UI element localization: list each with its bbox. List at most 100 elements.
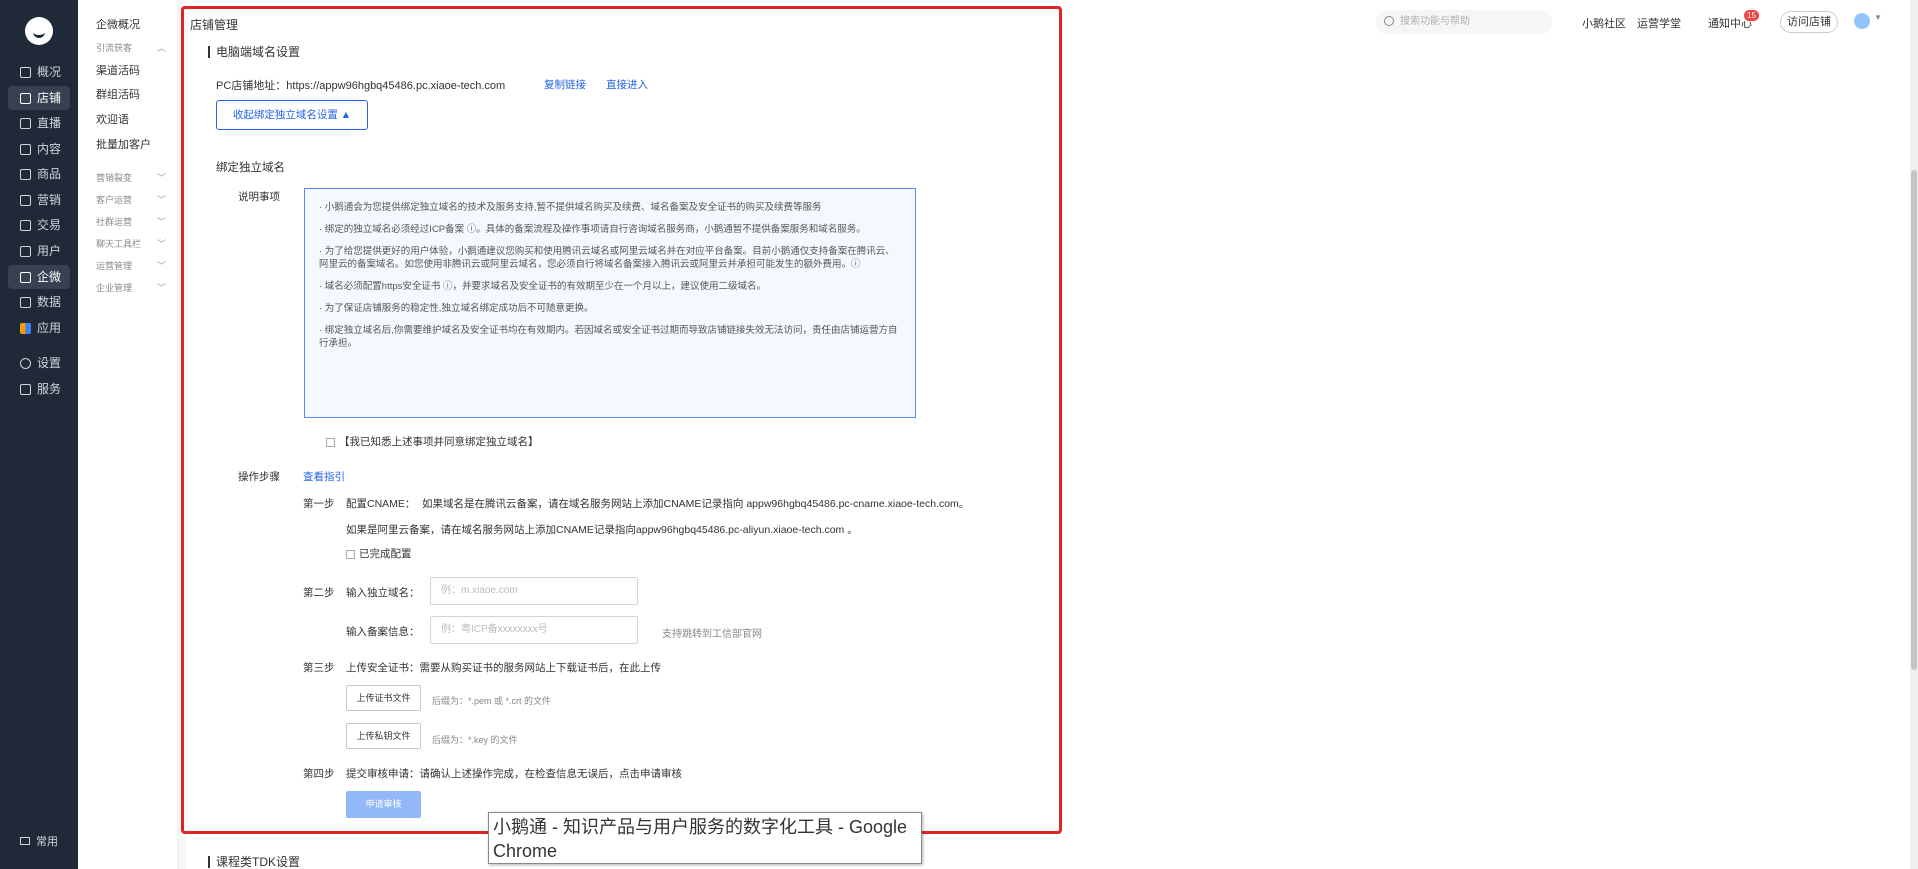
nav-item-content[interactable]: 内容 [8,137,70,161]
search-icon [1384,16,1394,26]
subnav-channel-code[interactable]: 渠道活码 [96,62,140,78]
nav-item-settings[interactable]: 设置 [8,351,70,375]
notice-item: · 为了保证店铺服务的稳定性,独立域名绑定成功后不可随意更换。 [319,303,594,314]
nav-item-users[interactable]: 用户 [8,239,70,263]
main-content: 店铺管理 电脑端域名设置 PC店铺地址：https://appw96hgbq45… [186,0,1066,869]
chevron-down-icon: ﹀ [156,195,166,205]
notice-item: · 为了给您提供更好的用户体验，小鹅通建议您购买和使用腾讯云域名或阿里云域名并在… [319,246,895,270]
step3-title: 上传安全证书：需要从购买证书的服务网站上下载证书后，在此上传 [346,662,661,674]
gear-icon [20,357,31,369]
step1-line2: 如果是阿里云备案，请在域名服务网站上添加CNAME记录指向appw96hgbq4… [346,524,858,536]
notice-label: 说明事项 [238,191,280,203]
pc-address-row: PC店铺地址：https://appw96hgbq45486.pc.xiaoe-… [216,80,506,92]
subnav-group-enterprise[interactable]: 企业管理 ﹀ [96,281,166,294]
nav-item-live[interactable]: 直播 [8,111,70,135]
notice-item: · 绑定的独立域名必须经过ICP备案 ⓘ。具体的备案流程及操作事项请自行咨询域名… [319,224,866,235]
step1-number: 第一步 [303,498,335,510]
main-nav: 概况 店铺 直播 内容 商品 营销 交易 用户 企微 数据 应用 设置 服务 常… [0,0,78,869]
subnav-group-fission[interactable]: 营销裂变 ﹀ [96,171,166,184]
chevron-down-icon: ﹀ [156,283,166,293]
subnav-group-community[interactable]: 社群运营 ﹀ [96,215,166,228]
step1-line1: 如果域名是在腾讯云备案，请在域名服务网站上添加CNAME记录指向 appw96h… [422,498,970,510]
user-icon [20,245,31,257]
nav-item-wechat-work[interactable]: 企微 [8,265,70,289]
step4-title: 提交审核申请：请确认上述操作完成，在检查信息无误后，点击申请审核 [346,768,682,780]
chevron-down-icon: ﹀ [156,217,166,227]
nav-item-apps[interactable]: 应用 [8,316,70,340]
notice-item: · 绑定独立域名后,你需要维护域名及安全证书均在有效期内。若因域名或安全证书过期… [319,325,898,349]
icp-label: 输入备案信息： [346,626,420,638]
live-icon [20,117,31,129]
subnav-group-code[interactable]: 群组活码 [96,86,140,102]
submit-review-button[interactable]: 申请审核 [346,791,421,818]
notification-badge: 15 [1744,10,1759,21]
subnav-group-acquisition[interactable]: 引流获客 ︿ [96,41,166,54]
page-title: 店铺管理 [190,18,239,32]
subnav-group-customer[interactable]: 客户运营 ﹀ [96,193,166,206]
wechat-work-icon [20,271,31,283]
step1-title: 配置CNAME： [346,498,416,510]
nav-item-data[interactable]: 数据 [8,290,70,314]
icp-hint[interactable]: 支持跳转到工信部官网 [662,625,762,640]
apps-icon [20,322,31,334]
upload-cert-button[interactable]: 上传证书文件 [346,685,421,711]
checkbox-icon[interactable] [346,549,355,559]
subnav-group-chat-toolbar[interactable]: 聊天工具栏 ﹀ [96,237,166,250]
domain-label: 输入独立域名： [346,587,420,599]
gutter [178,0,186,869]
chevron-up-icon: ︿ [156,43,166,53]
pc-address: https://appw96hgbq45486.pc.xiaoe-tech.co… [286,80,506,92]
subnav-batch-add[interactable]: 批量加客户 [96,136,151,152]
store-icon [20,92,31,104]
menu-icon [20,837,30,845]
nav-common[interactable]: 常用 [20,833,58,849]
notice-item: · 域名必须配置https安全证书 ⓘ，并要求域名及安全证书的有效期至少在一个月… [319,281,767,292]
app-window: 概况 店铺 直播 内容 商品 营销 交易 用户 企微 数据 应用 设置 服务 常… [0,0,1918,869]
nav-item-store[interactable]: 店铺 [8,86,70,110]
nav-item-products[interactable]: 商品 [8,162,70,186]
notice-box: · 小鹅通会为您提供绑定独立域名的技术及服务支持,暂不提供域名购买及续费、域名备… [304,188,916,418]
clock-icon [20,66,31,78]
trade-icon [20,219,31,231]
upload-key-hint: 后缀为：*.key 的文件 [432,735,518,745]
nav-item-marketing[interactable]: 营销 [8,188,70,212]
checkbox-icon[interactable] [326,437,335,447]
chevron-down-icon: ﹀ [156,173,166,183]
copy-link[interactable]: 复制链接 [544,77,586,92]
visit-store-button[interactable]: 访问店铺 [1780,11,1838,33]
megaphone-icon [20,194,31,206]
collapse-domain-settings-button[interactable]: 收起绑定独立域名设置 ▲ [216,100,368,130]
upload-key-button[interactable]: 上传私钥文件 [346,723,421,749]
subnav-group-ops[interactable]: 运营管理 ﹀ [96,259,166,272]
box-icon [20,168,31,180]
window-title-tooltip: 小鹅通 - 知识产品与用户服务的数字化工具 - Google Chrome [488,812,922,864]
chart-icon [20,296,31,308]
chevron-down-icon: ﹀ [156,261,166,271]
academy-link[interactable]: 运营学堂 [1637,15,1681,31]
search-input[interactable]: 搜索功能与帮助 [1376,10,1552,34]
upload-cert-hint: 后缀为：*.pem 或 *.crt 的文件 [432,696,552,706]
sub-nav: 企微概况 引流获客 ︿ 渠道活码 群组活码 欢迎语 批量加客户 营销裂变 ﹀ 客户运… [78,0,178,869]
nav-item-trade[interactable]: 交易 [8,213,70,237]
step4-number: 第四步 [303,768,335,780]
service-icon [20,383,31,395]
logo-icon[interactable] [25,17,53,45]
subnav-overview[interactable]: 企微概况 [96,16,140,32]
community-link[interactable]: 小鹅社区 [1582,15,1626,31]
nav-item-service[interactable]: 服务 [8,377,70,401]
step1-done-checkbox[interactable]: 已完成配置 [346,546,412,561]
scrollbar-thumb[interactable] [1911,170,1917,670]
steps-label: 操作步骤 [238,471,280,483]
bind-domain-title: 绑定独立域名 [216,162,285,174]
step2-number: 第二步 [303,587,335,599]
agree-checkbox[interactable]: 【我已知悉上述事项并同意绑定独立域名】 [326,434,539,449]
icp-input[interactable]: 例：粤ICP备xxxxxxxx号 [430,616,638,644]
enter-link[interactable]: 直接进入 [606,77,648,92]
subnav-welcome[interactable]: 欢迎语 [96,111,129,127]
nav-item-overview[interactable]: 概况 [8,60,70,84]
section-title: 电脑端域名设置 [208,46,300,58]
chevron-down-icon[interactable]: ▼ [1874,13,1882,22]
avatar[interactable] [1854,13,1870,29]
domain-input[interactable]: 例：m.xiaoe.com [430,577,638,605]
view-guide-link[interactable]: 查看指引 [303,469,345,484]
